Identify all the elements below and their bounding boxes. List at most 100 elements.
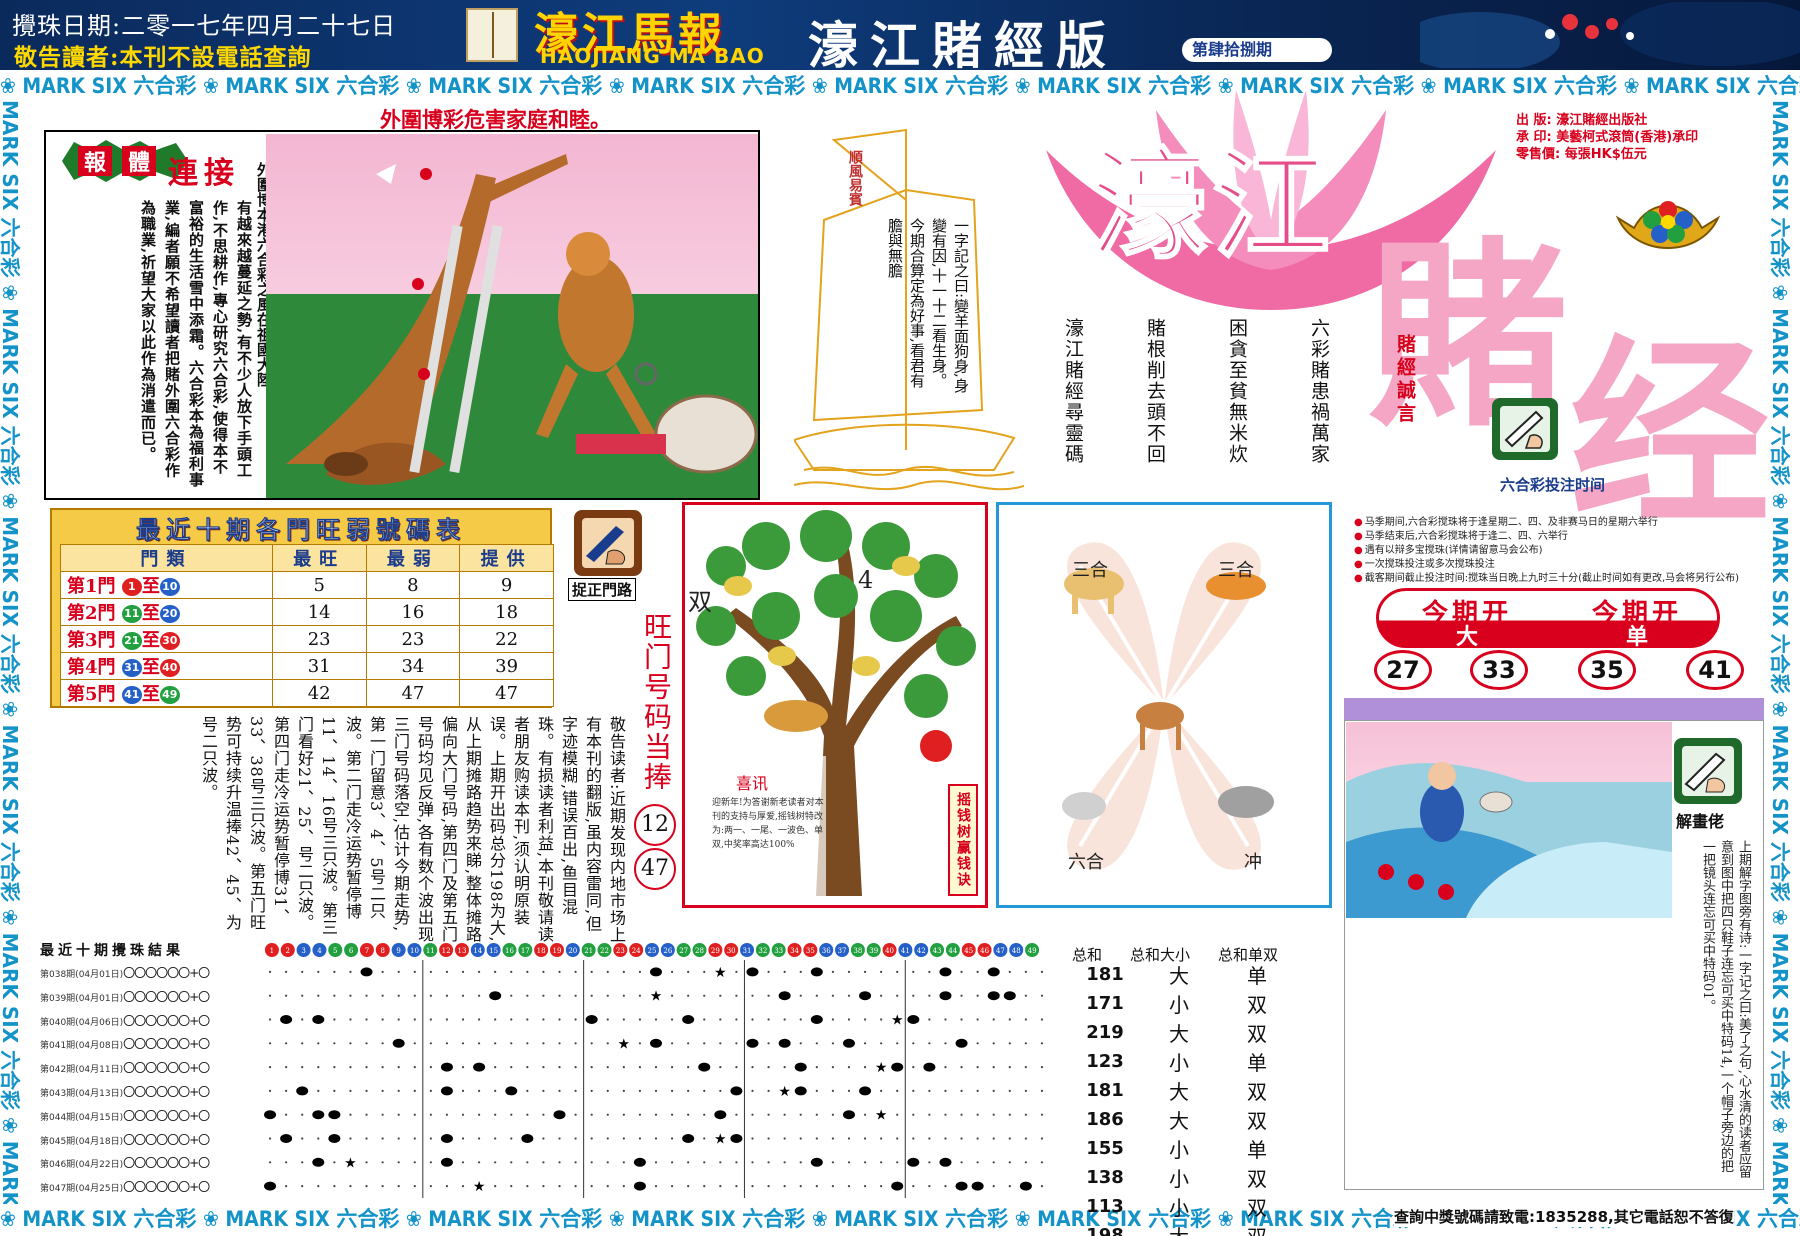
grid-dot: [461, 1066, 465, 1069]
publisher-info: 出 版: 濠江賭經出版社 承 印: 美藝柯式滾筒(香港)承印 零售價: 每張HK…: [1516, 112, 1698, 163]
drawn-number-mark: [810, 1015, 823, 1024]
drawn-number-mark: [264, 1181, 277, 1191]
grid-dot: [558, 1137, 561, 1140]
grid-dot: [960, 1066, 963, 1069]
grid-dot: [494, 1185, 497, 1188]
number-ball-label: 38: [853, 947, 862, 955]
grid-dot: [687, 1042, 690, 1045]
grid-dot: [365, 994, 368, 997]
grid-dot: [880, 970, 883, 973]
bet-notes-list: 马季期间,六合彩搅珠将于逢星期二、四、及非赛马日的星期六举行 马季结束后,六合彩…: [1354, 516, 1764, 586]
draw-balls: 〇〇〇〇〇〇+〇: [123, 1013, 210, 1028]
sum-cell: 181: [1086, 964, 1124, 985]
number-ball-label: 42: [917, 947, 926, 955]
marquee-unit: MARK SIX 六合彩 ❀ MARK SIX 六合彩 ❀ MARK SIX 六…: [0, 100, 22, 1204]
connector: 至: [141, 630, 160, 651]
grid-dot: [863, 1018, 867, 1021]
col-header: 提供: [459, 544, 554, 572]
cold-cell: 8: [365, 571, 461, 599]
poem-line: 濠江賭經尋靈碼: [1062, 318, 1084, 465]
grid-dot: [381, 1137, 384, 1140]
drawn-number-mark: [264, 1110, 277, 1120]
grid-dot: [831, 1018, 834, 1021]
door-cell: 第1門 1 至 10: [60, 571, 273, 599]
parity-cell: 双: [1247, 1080, 1267, 1104]
special-number-mark: ★: [344, 1155, 357, 1171]
grid-dot: [847, 1066, 851, 1069]
drawn-number-mark: [392, 1038, 405, 1048]
gate-hand-icon: [574, 510, 642, 576]
drawn-number-mark: [440, 1134, 453, 1143]
marquee-unit: ❀ MARK SIX 六合彩: [608, 1207, 812, 1231]
grid-dot: [912, 1185, 915, 1188]
grid-dot: [526, 1018, 529, 1021]
grid-dot: [461, 1018, 465, 1021]
special-number-mark: ★: [875, 1060, 888, 1076]
grid-dot: [397, 1089, 400, 1092]
table-row: 219 大 双: [1070, 1018, 1296, 1047]
grid-dot: [349, 1113, 352, 1116]
grid-dot: [397, 1161, 400, 1164]
grid-dot: [880, 1185, 883, 1188]
hot-cold-table: 門類 最旺 最弱 提供 第1門 1 至 10 5 8 9 第2門 11 至 20 14 16 18 第3…: [60, 544, 554, 707]
grid-dot: [510, 1137, 513, 1140]
grid-dot: [1040, 1113, 1044, 1116]
drawn-number-mark: [794, 1086, 807, 1096]
grid-dot: [751, 1066, 754, 1069]
pick-number: 27: [1374, 650, 1432, 690]
grid-dot: [461, 1089, 465, 1092]
size-cell: 大: [1140, 1221, 1218, 1236]
grid-dot: [654, 1137, 658, 1140]
grid-dot: [847, 1185, 851, 1188]
grid-dot: [767, 1042, 770, 1045]
drawn-number-mark: [987, 991, 1000, 1001]
sum-cell: 198: [1086, 1225, 1124, 1236]
grid-dot: [478, 1042, 481, 1045]
grid-dot: [333, 970, 336, 973]
drawn-number-mark: [714, 1110, 727, 1120]
grid-dot: [317, 1066, 320, 1069]
drawn-number-mark: [730, 1086, 743, 1096]
grid-dot: [751, 1113, 754, 1116]
draw-label: 第043期(04月13日): [40, 1089, 124, 1099]
grid-dot: [670, 1113, 674, 1116]
grid-dot: [831, 1042, 834, 1045]
draw-label: 第045期(04月18日): [40, 1136, 124, 1147]
drawn-number-mark: [746, 967, 759, 977]
grid-dot: [703, 1089, 706, 1092]
grid-dot: [976, 1137, 979, 1140]
grid-dot: [365, 1066, 368, 1069]
grid-dot: [1024, 1113, 1027, 1116]
grid-dot: [317, 1137, 320, 1140]
contact-line: 查詢中獎號碼請致電:1835288,其它電話恕不答復: [1394, 1206, 1734, 1227]
grid-dot: [687, 1089, 690, 1092]
grid-dot: [333, 1161, 336, 1164]
grid-dot: [1024, 1018, 1027, 1021]
grid-dot: [606, 994, 609, 997]
drawn-number-mark: [842, 1110, 855, 1120]
ball-to: 49: [159, 686, 180, 704]
grid-dot: [638, 1042, 642, 1045]
grid-dot: [863, 1137, 867, 1140]
grid-dot: [574, 1066, 577, 1069]
number-ball-label: 23: [616, 947, 625, 955]
grid-dot: [703, 1113, 706, 1116]
grid-dot: [1024, 1161, 1027, 1164]
drawn-number-mark: [810, 1157, 823, 1167]
drawn-number-mark: [955, 1181, 968, 1191]
grid-dot: [976, 1161, 979, 1164]
sum-cell: 219: [1086, 1022, 1124, 1043]
grid-dot: [783, 1185, 786, 1188]
gate-label: 捉正門路: [568, 578, 637, 601]
hot-cell: 31: [271, 652, 367, 680]
grid-dot: [1008, 1042, 1011, 1045]
cold-cell: 34: [365, 652, 461, 680]
drawn-number-mark: [682, 1134, 695, 1143]
grid-dot: [767, 1089, 770, 1092]
results-row-labels: 第038期(04月01日)〇〇〇〇〇〇+〇 第039期(04月01日)〇〇〇〇〇〇…: [40, 960, 256, 1200]
grid-dot: [494, 1137, 497, 1140]
bet-note: 马季结束后,六合彩搅珠将于逢二、四、六举行: [1354, 530, 1764, 544]
grid-dot: [461, 1161, 465, 1164]
grid-dot: [268, 1161, 272, 1164]
grid-dot: [510, 1161, 513, 1164]
